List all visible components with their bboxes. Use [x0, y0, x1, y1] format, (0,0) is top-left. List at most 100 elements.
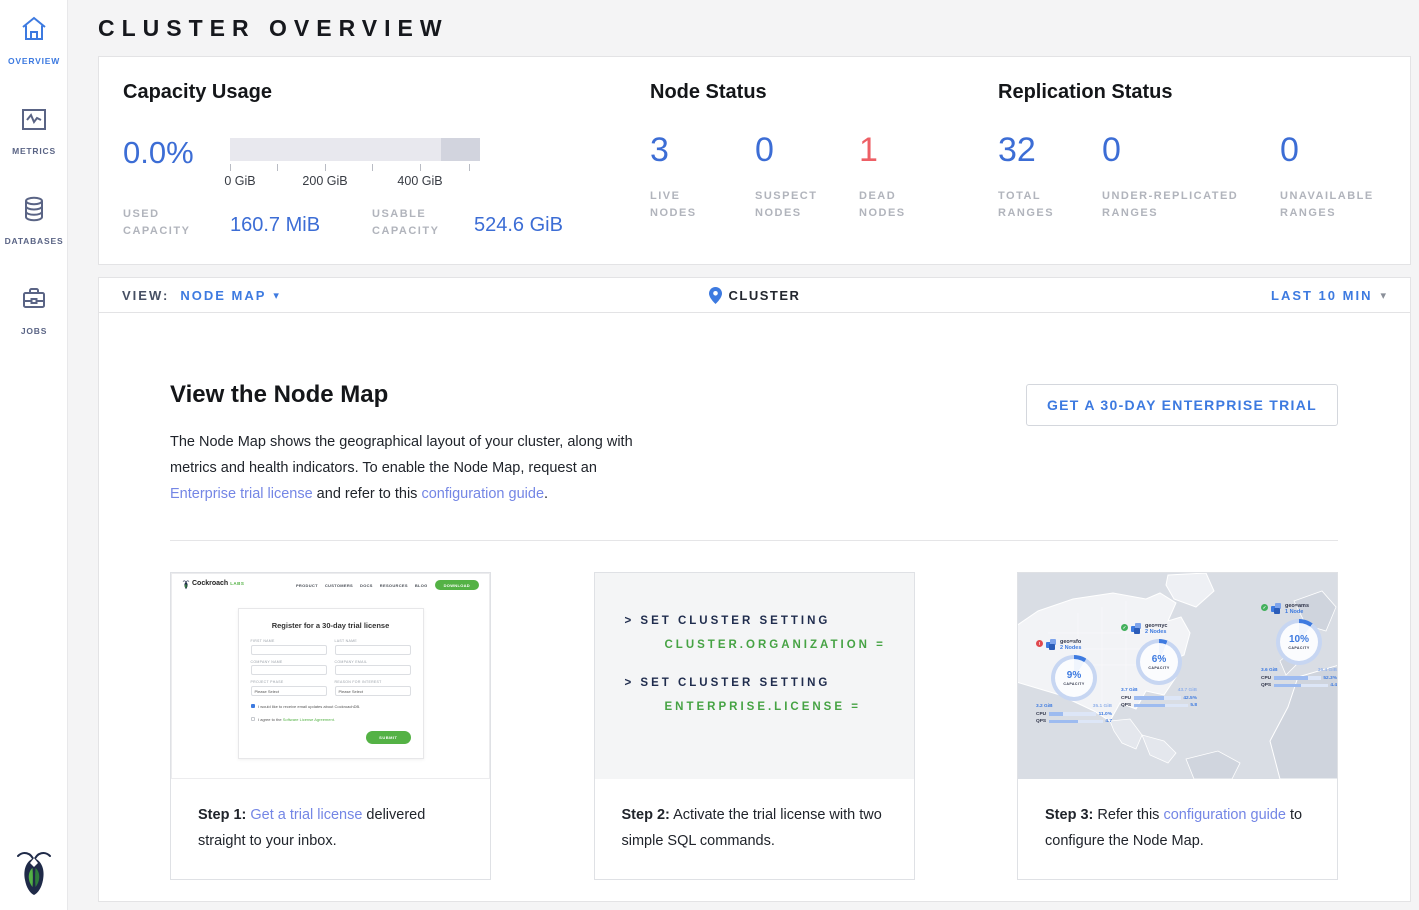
mini-text-input — [251, 645, 327, 655]
sidebar-item-label: JOBS — [21, 326, 47, 336]
healthy-status-icon: ✓ — [1121, 624, 1128, 631]
cluster-summary-panel: Capacity Usage 0.0% 0 GiB 200 Gi — [98, 56, 1411, 265]
capacity-gauge: 0 GiB 200 GiB 400 GiB — [230, 138, 480, 190]
locality-badge-nyc: ✓ geo=nyc2 Nodes 6%CAPACITY 3.7 GiB43.7 … — [1121, 623, 1197, 708]
sidebar-item-label: OVERVIEW — [8, 56, 60, 66]
node-status-title: Node Status — [650, 81, 998, 104]
cpu-label: CPU — [1036, 712, 1046, 717]
step-2-caption: Step 2: Activate the trial license with … — [595, 779, 914, 854]
databases-icon — [19, 194, 49, 229]
configuration-guide-link[interactable]: configuration guide — [421, 486, 544, 502]
brand-suffix-text: LABS — [230, 581, 244, 586]
locality-node-count: 1 Node — [1285, 609, 1309, 615]
gauge-tick-label: 400 GiB — [397, 174, 442, 188]
mini-select-label: REASON FOR INTEREST — [335, 680, 411, 684]
description-text: and refer to this — [313, 486, 422, 502]
dead-nodes-label: DEAD NODES — [859, 188, 921, 222]
time-range-dropdown[interactable]: LAST 10 MIN ▾ — [1271, 288, 1410, 303]
step-1-caption: Step 1: Get a trial license delivered st… — [171, 779, 490, 854]
enterprise-trial-button[interactable]: GET A 30-DAY ENTERPRISE TRIAL — [1026, 384, 1338, 426]
qps-label: QPS — [1261, 683, 1271, 688]
capacity-percent: 10% — [1289, 634, 1309, 645]
description-text: . — [544, 486, 548, 502]
locality-badge-sfo: ! geo=sfo2 Nodes 9%CAPACITY 3.2 GiB35.1 … — [1036, 639, 1112, 724]
capacity-percent: 9% — [1067, 670, 1081, 681]
step-label: Step 3: — [1045, 807, 1093, 823]
used-capacity-label: USED CAPACITY — [123, 206, 205, 240]
step-3-card: ! geo=sfo2 Nodes 9%CAPACITY 3.2 GiB35.1 … — [1017, 572, 1338, 880]
mini-nav-item: BLOG — [415, 583, 428, 588]
locality-node-count: 2 Nodes — [1060, 645, 1081, 651]
total-ranges-value: 32 — [998, 132, 1102, 168]
capacity-donut: 9%CAPACITY — [1051, 655, 1097, 701]
cpu-label: CPU — [1261, 676, 1271, 681]
gauge-tick-label: 0 GiB — [224, 174, 255, 188]
cpu-label: CPU — [1121, 696, 1131, 701]
capacity-used-percent: 0.0% — [123, 138, 230, 190]
description-text: The Node Map shows the geographical layo… — [170, 434, 633, 476]
under-replicated-ranges-value: 0 — [1102, 132, 1280, 168]
cpu-value: 11.0% — [1099, 712, 1112, 717]
replication-status-title: Replication Status — [998, 81, 1410, 104]
view-selector-dropdown[interactable]: VIEW: NODE MAP ▾ — [99, 288, 281, 303]
capacity-gauge-reserved-segment — [441, 138, 480, 161]
mini-select-label: PROJECT PHASE — [251, 680, 327, 684]
capacity-gauge-usable-segment — [230, 138, 441, 161]
step-2-card: > SET CLUSTER SETTING CLUSTER.ORGANIZATI… — [594, 572, 915, 880]
capacity-used: 3.6 GiB — [1261, 668, 1278, 673]
get-trial-license-link[interactable]: Get a trial license — [250, 807, 362, 823]
sidebar-item-databases[interactable]: DATABASES — [0, 180, 68, 256]
mini-site-nav: PRODUCT CUSTOMERS DOCS RESOURCES BLOG DO… — [296, 580, 479, 590]
under-replicated-ranges-label: UNDER-REPLICATED RANGES — [1102, 188, 1257, 222]
sidebar-item-jobs[interactable]: JOBS — [0, 270, 68, 346]
capacity-label: CAPACITY — [1063, 682, 1084, 686]
trial-license-site-thumbnail: Cockroach LABS PRODUCT CUSTOMERS DOCS RE… — [171, 573, 490, 779]
node-map-panel: View the Node Map The Node Map shows the… — [98, 313, 1411, 902]
mini-download-button: DOWNLOAD — [435, 580, 479, 590]
total-ranges-stat: 32 TOTAL RANGES — [998, 132, 1102, 222]
page-title: CLUSTER OVERVIEW — [98, 0, 1411, 56]
healthy-status-icon: ✓ — [1261, 604, 1268, 611]
locality-badge-ams: ✓ geo=ams1 Node 10%CAPACITY 3.6 GiB36.4 … — [1261, 603, 1337, 688]
configuration-guide-link[interactable]: configuration guide — [1163, 807, 1286, 823]
cpu-value: 42.5% — [1183, 696, 1197, 701]
locality-node-count: 2 Nodes — [1145, 629, 1167, 635]
sql-command: SET CLUSTER SETTING — [640, 615, 830, 627]
capacity-used: 3.7 GiB — [1121, 688, 1138, 693]
jobs-icon — [19, 284, 49, 319]
capacity-gauge-ticks — [230, 164, 480, 172]
step-1-card: Cockroach LABS PRODUCT CUSTOMERS DOCS RE… — [170, 572, 491, 880]
capacity-label: CAPACITY — [1148, 666, 1169, 670]
capacity-used: 3.2 GiB — [1036, 704, 1053, 709]
breadcrumb-cluster[interactable]: CLUSTER — [709, 287, 801, 304]
sidebar-item-overview[interactable]: OVERVIEW — [0, 0, 68, 76]
usable-capacity-value: 524.6 GiB — [474, 214, 563, 237]
unavailable-ranges-label: UNAVAILABLE RANGES — [1280, 188, 1380, 222]
live-nodes-stat: 3 LIVE NODES — [650, 132, 755, 222]
qps-value: 4.7 — [1105, 719, 1112, 724]
node-cluster-icon — [1131, 623, 1142, 634]
view-label: VIEW: — [122, 288, 169, 303]
mini-checkbox-unchecked — [251, 717, 256, 722]
mini-license-agreement-link: Software License Agreement. — [283, 717, 335, 722]
sidebar: OVERVIEW METRICS DATABASES — [0, 0, 68, 910]
mini-checkbox-label: I agree to the — [258, 717, 283, 722]
warning-status-icon: ! — [1036, 640, 1043, 647]
capacity-usage-section: Capacity Usage 0.0% 0 GiB 200 Gi — [123, 81, 650, 264]
live-nodes-value: 3 — [650, 132, 755, 168]
suspect-nodes-label: SUSPECT NODES — [755, 188, 825, 222]
dead-nodes-stat: 1 DEAD NODES — [859, 132, 964, 222]
mini-checkbox-checked — [251, 704, 256, 709]
qps-value: 5.8 — [1190, 703, 1197, 708]
sidebar-item-metrics[interactable]: METRICS — [0, 90, 68, 166]
mini-register-form: Register for a 30-day trial license FIRS… — [238, 608, 424, 759]
node-map-description: The Node Map shows the geographical layo… — [170, 429, 635, 507]
enterprise-trial-license-link[interactable]: Enterprise trial license — [170, 486, 313, 502]
sql-prompt: > — [625, 615, 635, 627]
mini-nav-item: RESOURCES — [380, 583, 408, 588]
total-ranges-label: TOTAL RANGES — [998, 188, 1060, 222]
mini-nav-item: PRODUCT — [296, 583, 318, 588]
mini-field-label: COMPANY EMAIL — [335, 660, 411, 664]
node-map-thumbnail: ! geo=sfo2 Nodes 9%CAPACITY 3.2 GiB35.1 … — [1018, 573, 1337, 779]
cockroach-labs-logo — [0, 848, 68, 898]
